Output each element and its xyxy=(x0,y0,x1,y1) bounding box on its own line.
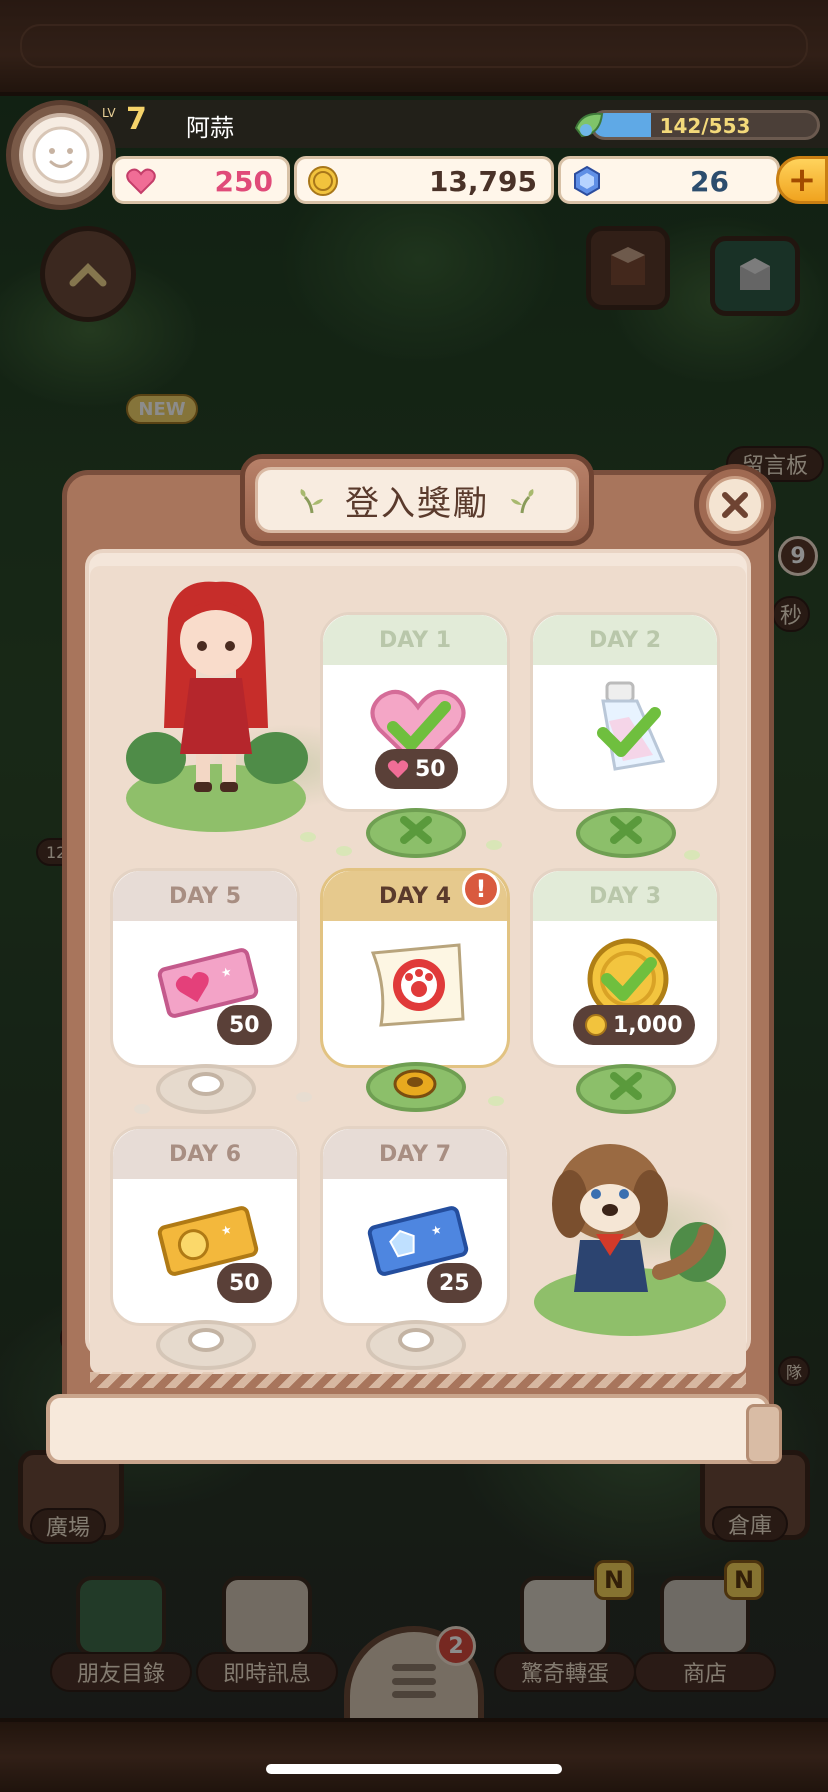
hearts-value: 250 xyxy=(214,165,273,198)
day-3-label: DAY 3 xyxy=(533,871,717,921)
day-7-qty: 25 xyxy=(427,1263,482,1303)
path-stone xyxy=(488,1096,504,1106)
hearts-counter: 250 xyxy=(112,156,290,204)
day-1-qty-value: 50 xyxy=(415,756,446,782)
close-icon xyxy=(706,476,764,534)
day-5-card[interactable]: DAY 5 ★ 50 xyxy=(110,868,300,1079)
day-5-qty: 50 xyxy=(217,1005,272,1045)
day-5-qty-value: 50 xyxy=(229,1012,260,1038)
paint-tube-icon xyxy=(597,681,666,771)
coin-marker-icon xyxy=(393,1069,437,1099)
day-6-card[interactable]: DAY 6 ★ 50 xyxy=(110,1126,300,1337)
title-plate-inner: 登入獎勵 xyxy=(255,467,579,533)
path-stone xyxy=(300,832,316,842)
day-6-qty-value: 50 xyxy=(229,1270,260,1296)
home-indicator[interactable] xyxy=(266,1764,562,1774)
modal-title-plate: 登入獎勵 xyxy=(240,454,594,546)
paw-stamp-card-icon xyxy=(370,943,465,1027)
day-4-alert-badge: ! xyxy=(462,870,500,908)
clover-mark-icon xyxy=(610,1072,642,1100)
day-2-card[interactable]: DAY 2 xyxy=(530,612,720,823)
day-3-qty: 1,000 xyxy=(573,1005,695,1045)
x-mark-icon xyxy=(722,492,748,518)
player-avatar[interactable] xyxy=(6,100,116,210)
day-1-card[interactable]: DAY 1 50 xyxy=(320,612,510,823)
day-3-card[interactable]: DAY 3 1,000 xyxy=(530,868,720,1079)
day-1-label: DAY 1 xyxy=(323,615,507,665)
day-5-pad-hole xyxy=(188,1072,224,1096)
xp-bar: 142/553 xyxy=(572,108,820,142)
day-6-pad-hole xyxy=(188,1328,224,1352)
heart-icon xyxy=(387,760,409,778)
path-stone xyxy=(134,1104,150,1114)
day-7-qty-value: 25 xyxy=(439,1270,470,1296)
path-stone xyxy=(296,1092,312,1102)
gems-counter: 26 xyxy=(558,156,780,204)
day-6-label: DAY 6 xyxy=(113,1129,297,1179)
gems-value: 26 xyxy=(690,165,729,198)
coin-icon xyxy=(308,166,338,196)
scroll-bottom-roll xyxy=(46,1394,782,1464)
path-stone xyxy=(336,846,352,856)
day-1-qty: 50 xyxy=(375,749,458,789)
smiley-face-icon xyxy=(32,126,90,184)
heart-icon xyxy=(126,168,156,195)
zigzag-border xyxy=(90,1372,746,1388)
xp-text: 142/553 xyxy=(659,114,751,138)
day-7-pad-hole xyxy=(398,1328,434,1352)
close-button[interactable] xyxy=(694,464,776,546)
avatar-face xyxy=(19,113,103,197)
day-7-card[interactable]: DAY 7 ★ 25 xyxy=(320,1126,510,1337)
path-stone xyxy=(684,850,700,860)
day-2-label: DAY 2 xyxy=(533,615,717,665)
day-5-label: DAY 5 xyxy=(113,871,297,921)
sprout-icon xyxy=(511,489,534,514)
clover-mark-icon xyxy=(610,816,642,844)
clover-mark-icon xyxy=(400,816,432,844)
level-label: LV xyxy=(102,106,116,120)
day-7-label: DAY 7 xyxy=(323,1129,507,1179)
sprout-icon xyxy=(300,489,323,514)
player-name: 阿蒜 xyxy=(186,114,234,142)
modal-title: 登入獎勵 xyxy=(345,483,489,524)
leaf-drop-icon xyxy=(574,112,604,138)
add-gems-button[interactable]: + xyxy=(776,156,828,204)
coins-value: 13,795 xyxy=(428,165,537,198)
gem-icon xyxy=(574,165,600,197)
coins-counter: 13,795 xyxy=(294,156,554,204)
day-3-qty-value: 1,000 xyxy=(613,1012,683,1038)
xp-track: 142/553 xyxy=(590,110,820,140)
brown-dog-character xyxy=(534,1144,726,1336)
path-stone xyxy=(486,840,502,850)
level-value: 7 xyxy=(126,102,147,137)
day-6-qty: 50 xyxy=(217,1263,272,1303)
coin-icon xyxy=(585,1014,607,1036)
red-haired-girl-character xyxy=(126,581,308,832)
